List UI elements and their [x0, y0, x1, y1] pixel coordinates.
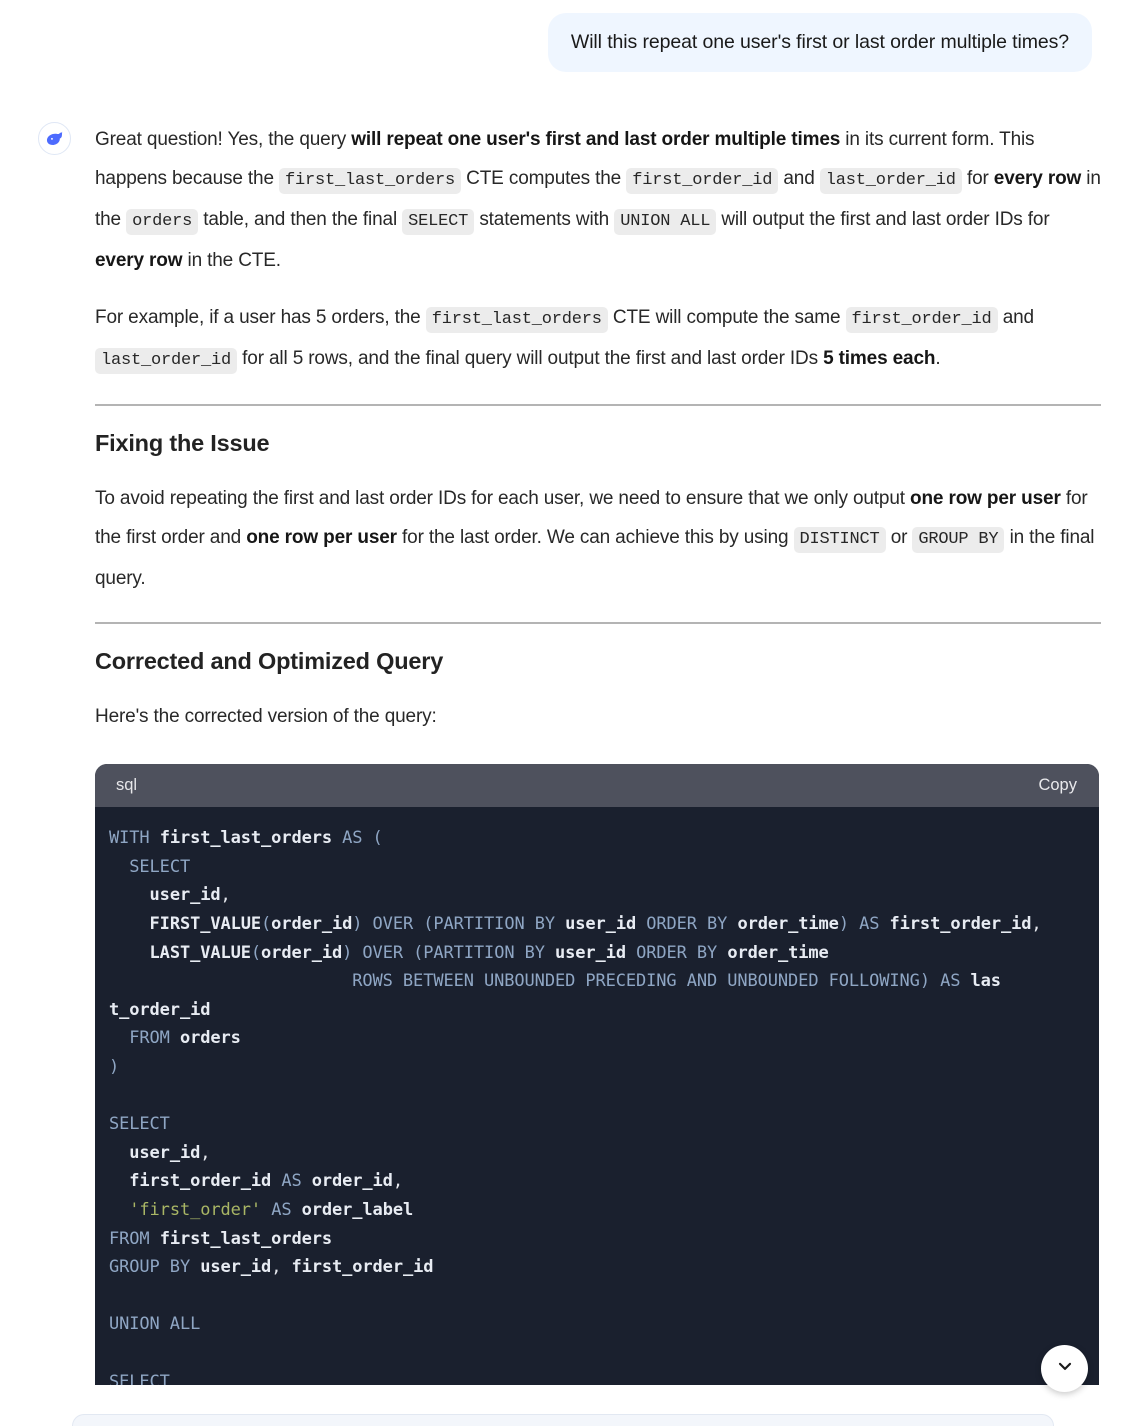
inline-code: first_order_id	[845, 307, 998, 334]
inline-code: last_order_id	[819, 168, 962, 195]
emphasis-text: every row	[95, 250, 183, 272]
text-segment: and	[997, 307, 1034, 329]
text-segment: To avoid repeating the first and last or…	[95, 488, 911, 510]
chevron-down-icon	[1055, 1356, 1075, 1381]
text-segment: CTE computes the	[461, 168, 627, 190]
chat-page: Will this repeat one user's first or las…	[0, 0, 1126, 1426]
emphasis-text: one row per user	[246, 527, 397, 549]
emphasis-text: will repeat one user's first and last or…	[351, 129, 841, 151]
assistant-paragraph-1: Great question! Yes, the query will repe…	[95, 120, 1101, 280]
code-block: sql Copy WITH first_last_orders AS ( SEL…	[95, 764, 1099, 1386]
text-segment: for all 5 rows, and the final query will…	[237, 348, 824, 370]
text-segment: For example, if a user has 5 orders, the	[95, 307, 426, 329]
emphasis-text: one row per user	[910, 488, 1061, 510]
section-heading-corrected-query: Corrected and Optimized Query	[95, 648, 444, 675]
text-segment: statements with	[474, 209, 615, 231]
text-segment: and	[778, 168, 820, 190]
sql-code: WITH first_last_orders AS ( SELECT user_…	[109, 828, 1042, 1386]
code-block-content[interactable]: WITH first_last_orders AS ( SELECT user_…	[95, 807, 1099, 1386]
inline-code: SELECT	[402, 209, 475, 236]
text-segment: or	[885, 527, 913, 549]
text-segment: for the last order. We can achieve this …	[396, 527, 794, 549]
scroll-to-bottom-button[interactable]	[1041, 1345, 1088, 1392]
inline-code: first_last_orders	[425, 307, 608, 334]
assistant-paragraph-fixing: To avoid repeating the first and last or…	[95, 479, 1101, 598]
code-block-header: sql Copy	[95, 764, 1099, 808]
section-heading-fixing-the-issue: Fixing the Issue	[95, 430, 270, 457]
user-message-text: Will this repeat one user's first or las…	[570, 31, 1069, 53]
user-message-bubble: Will this repeat one user's first or las…	[547, 13, 1092, 73]
section-divider	[95, 622, 1101, 625]
code-language-label: sql	[116, 776, 138, 795]
text-segment: for	[961, 168, 994, 190]
user-message-row: Will this repeat one user's first or las…	[0, 0, 1126, 73]
message-composer[interactable]	[72, 1414, 1054, 1426]
emphasis-text: 5 times each	[823, 348, 936, 370]
text-segment: CTE will compute the same	[607, 307, 846, 329]
text-segment: Great question! Yes, the query	[95, 129, 352, 151]
assistant-avatar	[38, 122, 71, 156]
text-segment: .	[935, 348, 941, 370]
inline-code: DISTINCT	[793, 527, 886, 554]
inline-code: orders	[126, 209, 199, 236]
inline-code: last_order_id	[95, 348, 238, 375]
text-segment: will output the first and last order IDs…	[716, 209, 1050, 231]
section-divider	[95, 404, 1101, 407]
assistant-paragraph-intro-code: Here's the corrected version of the quer…	[95, 706, 437, 728]
assistant-paragraph-2: For example, if a user has 5 orders, the…	[95, 298, 1101, 380]
text-segment: table, and then the final	[198, 209, 403, 231]
inline-code: UNION ALL	[614, 209, 717, 236]
assistant-message-body: Great question! Yes, the query will repe…	[95, 120, 1101, 1386]
inline-code: GROUP BY	[912, 527, 1005, 554]
copy-code-button[interactable]: Copy	[1038, 776, 1077, 795]
emphasis-text: every row	[993, 168, 1082, 190]
inline-code: first_order_id	[626, 168, 779, 195]
inline-code: first_last_orders	[279, 168, 462, 195]
assistant-message-row: Great question! Yes, the query will repe…	[0, 72, 1126, 1386]
text-segment: in the CTE.	[182, 250, 282, 272]
deepseek-whale-logo-icon	[44, 128, 65, 149]
